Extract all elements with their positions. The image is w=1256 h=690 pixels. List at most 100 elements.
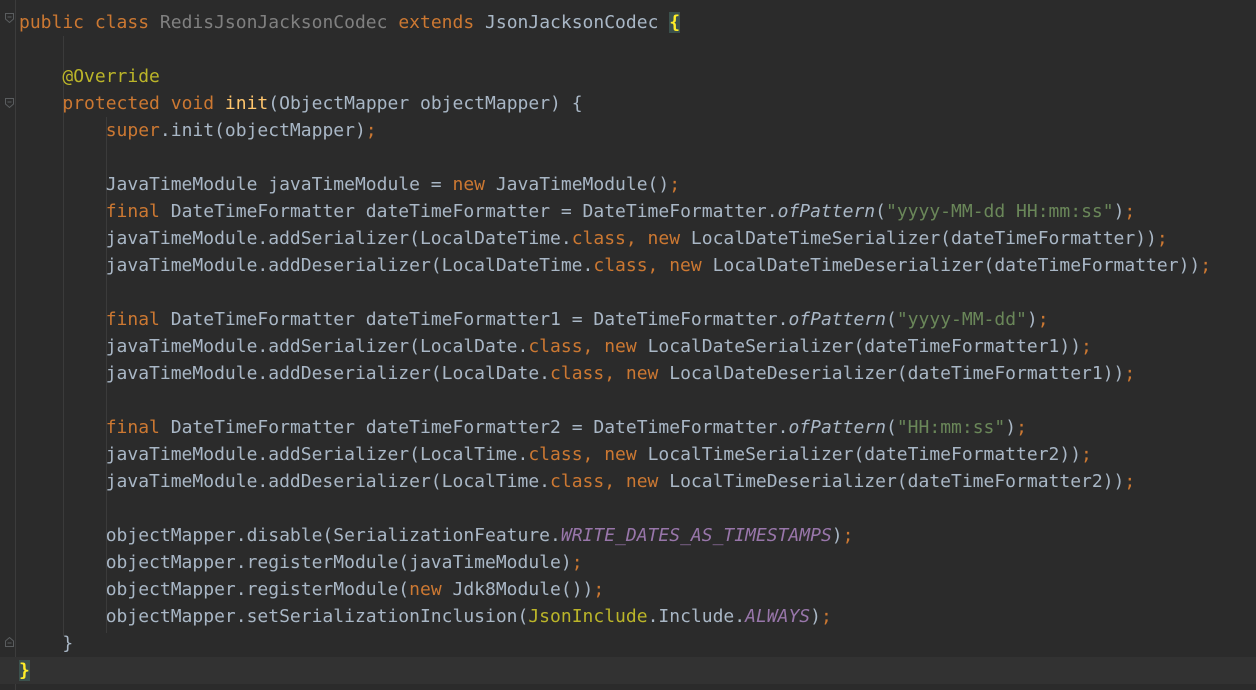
code-token: objectMapper.registerModule( <box>19 579 410 600</box>
code-area[interactable]: public class RedisJsonJacksonCodec exten… <box>0 9 1256 684</box>
code-token: extends <box>398 12 486 33</box>
code-token: "yyyy-MM-dd HH:mm:ss" <box>886 201 1114 222</box>
code-token: final <box>105 417 171 438</box>
code-line[interactable]: objectMapper.registerModule(javaTimeModu… <box>19 549 1256 576</box>
editor-gutter[interactable] <box>0 0 16 690</box>
code-token: ) <box>831 525 843 546</box>
code-token: ; <box>1124 471 1136 492</box>
code-token: new <box>409 579 453 600</box>
code-token: ) <box>1026 309 1038 330</box>
code-line[interactable]: javaTimeModule.addDeserializer(LocalDate… <box>19 360 1256 387</box>
code-token: ) <box>1005 417 1017 438</box>
fold-method-icon[interactable] <box>5 98 14 108</box>
code-token: ) <box>810 606 821 627</box>
code-line[interactable]: JavaTimeModule javaTimeModule = new Java… <box>19 171 1256 198</box>
code-token: ( <box>875 201 886 222</box>
code-token: javaTimeModule.addDeserializer(LocalTime… <box>19 471 551 492</box>
code-line[interactable]: objectMapper.setSerializationInclusion(J… <box>19 603 1256 630</box>
code-line[interactable]: protected void init(ObjectMapper objectM… <box>19 90 1256 117</box>
code-line[interactable]: final DateTimeFormatter dateTimeFormatte… <box>19 414 1256 441</box>
fold-class-icon[interactable] <box>5 13 14 23</box>
code-token: LocalDateDeserializer(dateTimeFormatter1… <box>669 363 1125 384</box>
code-token: JsonJacksonCodec <box>485 12 670 33</box>
code-line[interactable]: } <box>0 657 1256 684</box>
code-token: { <box>669 12 681 33</box>
code-token: javaTimeModule.addSerializer(LocalDate. <box>19 336 529 357</box>
code-token: objectMapper.disable(SerializationFeatur… <box>19 525 561 546</box>
code-line[interactable]: super.init(objectMapper); <box>19 117 1256 144</box>
code-token: ( <box>886 417 897 438</box>
code-token: objectMapper.registerModule(javaTimeModu… <box>19 552 572 573</box>
code-token: class, new <box>528 444 648 465</box>
code-line[interactable]: final DateTimeFormatter dateTimeFormatte… <box>19 198 1256 225</box>
code-token: JavaTimeModule() <box>495 174 670 195</box>
code-token: ofPattern <box>777 201 876 222</box>
code-token: DateTimeFormatter dateTimeFormatter = Da… <box>170 201 778 222</box>
code-token: ; <box>1081 336 1092 357</box>
code-line[interactable] <box>19 495 1256 522</box>
code-token: LocalTimeDeserializer(dateTimeFormatter2… <box>669 471 1125 492</box>
code-line[interactable]: javaTimeModule.addSerializer(LocalDateTi… <box>19 225 1256 252</box>
code-line[interactable] <box>19 36 1256 63</box>
code-token: new <box>452 174 496 195</box>
code-line[interactable]: javaTimeModule.addDeserializer(LocalTime… <box>19 468 1256 495</box>
code-editor[interactable]: public class RedisJsonJacksonCodec exten… <box>0 0 1256 690</box>
code-line[interactable]: @Override <box>19 63 1256 90</box>
code-token: WRITE_DATES_AS_TIMESTAMPS <box>560 525 832 546</box>
code-token: JavaTimeModule javaTimeModule = <box>19 174 453 195</box>
code-token: class, new <box>571 228 691 249</box>
code-token: ; <box>1156 228 1168 249</box>
code-token: DateTimeFormatter dateTimeFormatter1 = D… <box>170 309 789 330</box>
code-token: } <box>19 633 74 654</box>
code-token: javaTimeModule.addSerializer(LocalTime. <box>19 444 529 465</box>
code-line[interactable]: final DateTimeFormatter dateTimeFormatte… <box>19 306 1256 333</box>
code-token: ; <box>571 552 583 573</box>
code-token: class, new <box>550 471 670 492</box>
fold-method-end-icon[interactable] <box>5 637 14 647</box>
code-token: ; <box>1124 201 1136 222</box>
code-token: javaTimeModule.addSerializer(LocalDateTi… <box>19 228 572 249</box>
code-token: RedisJsonJacksonCodec <box>159 12 399 33</box>
code-line[interactable] <box>19 387 1256 414</box>
code-token: protected void <box>62 93 225 114</box>
code-token: ; <box>365 120 377 141</box>
code-token: final <box>105 201 171 222</box>
code-token: objectMapper.setSerializationInclusion( <box>19 606 529 627</box>
code-token: ( <box>886 309 897 330</box>
code-line[interactable] <box>19 144 1256 171</box>
code-token: class, new <box>593 255 713 276</box>
code-line[interactable] <box>19 279 1256 306</box>
code-token: .Include. <box>647 606 746 627</box>
code-token: ; <box>593 579 605 600</box>
code-token: ; <box>842 525 854 546</box>
code-line[interactable]: javaTimeModule.addSerializer(LocalTime.c… <box>19 441 1256 468</box>
code-token: ; <box>1124 363 1136 384</box>
code-token: ; <box>1016 417 1027 438</box>
code-token: "HH:mm:ss" <box>896 417 1006 438</box>
code-line[interactable]: } <box>19 630 1256 657</box>
code-line[interactable]: objectMapper.registerModule(new Jdk8Modu… <box>19 576 1256 603</box>
code-token: public class <box>19 12 160 33</box>
code-line[interactable]: objectMapper.disable(SerializationFeatur… <box>19 522 1256 549</box>
code-token: } <box>19 660 30 681</box>
code-line[interactable]: public class RedisJsonJacksonCodec exten… <box>19 9 1256 36</box>
code-token: ofPattern <box>788 309 886 330</box>
code-token: init <box>224 93 269 114</box>
code-line[interactable]: javaTimeModule.addDeserializer(LocalDate… <box>19 252 1256 279</box>
code-token: "yyyy-MM-dd" <box>896 309 1027 330</box>
code-token: javaTimeModule.addDeserializer(LocalDate… <box>19 363 551 384</box>
code-token: LocalDateTimeDeserializer(dateTimeFormat… <box>712 255 1201 276</box>
code-token: ) <box>1113 201 1125 222</box>
code-token: final <box>105 309 171 330</box>
code-line[interactable]: javaTimeModule.addSerializer(LocalDate.c… <box>19 333 1256 360</box>
code-token: LocalDateTimeSerializer(dateTimeFormatte… <box>690 228 1157 249</box>
code-token: ; <box>1081 444 1092 465</box>
code-token: ofPattern <box>788 417 886 438</box>
code-token: .init(objectMapper) <box>159 120 366 141</box>
